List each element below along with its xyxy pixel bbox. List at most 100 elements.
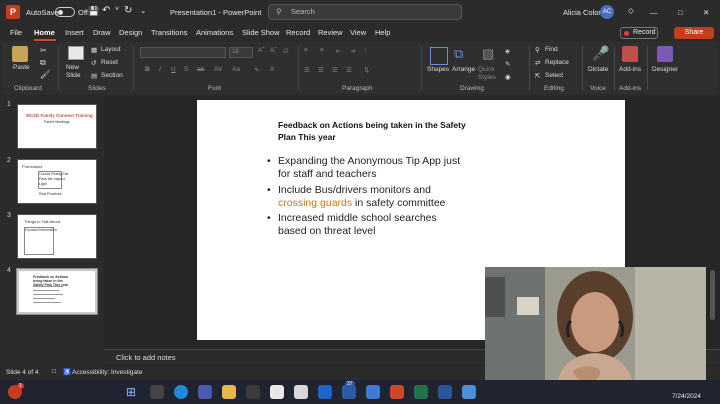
bold-icon[interactable]: B [145, 66, 150, 73]
select-button[interactable]: Select [545, 72, 563, 79]
strikethrough-icon[interactable]: ab [197, 66, 204, 73]
paste-icon[interactable] [12, 46, 28, 62]
new-slide-button[interactable]: New Slide [66, 64, 88, 80]
copy-icon[interactable]: ⧉ [40, 58, 46, 68]
bullets-icon[interactable]: ≡ [304, 47, 308, 54]
tab-file[interactable]: File [10, 28, 22, 37]
accessibility-icon[interactable]: ♿ [63, 368, 71, 376]
slide-thumbnail-4[interactable]: Feedback on Actions being taken in the S… [16, 268, 98, 315]
app-icon[interactable] [270, 385, 284, 399]
avatar[interactable]: AC [600, 5, 614, 19]
shape-fill-icon[interactable]: ◈ [505, 47, 510, 55]
customize-toolbar-icon[interactable]: ⌄ [140, 6, 146, 15]
numbering-icon[interactable]: ≡ [320, 47, 324, 54]
edge-icon[interactable] [174, 385, 188, 399]
paste-button[interactable]: Paste [13, 64, 30, 71]
shape-outline-icon[interactable]: ✎ [505, 60, 510, 68]
font-family-select[interactable] [140, 47, 226, 58]
accessibility-status[interactable]: Accessibility: Investigate [72, 369, 142, 376]
reset-icon[interactable]: ↺ [91, 59, 96, 67]
new-slide-icon[interactable] [68, 46, 84, 60]
task-view-icon[interactable] [150, 385, 164, 399]
app-icon[interactable] [294, 385, 308, 399]
italic-icon[interactable]: I [159, 66, 161, 73]
designer-icon[interactable] [657, 46, 673, 62]
shapes-button[interactable]: Shapes [427, 66, 449, 73]
clear-formatting-icon[interactable]: ∅ [283, 47, 289, 55]
tab-insert[interactable]: Insert [65, 28, 84, 37]
replace-button[interactable]: Replace [545, 59, 569, 66]
slide-thumbnail-1[interactable]: MCSD Family Connect Training Parent Meet… [17, 104, 97, 149]
teams-icon[interactable] [198, 385, 212, 399]
excel-icon[interactable] [414, 385, 428, 399]
tab-view[interactable]: View [350, 28, 366, 37]
store-icon[interactable] [246, 385, 260, 399]
tab-transitions[interactable]: Transitions [151, 28, 187, 37]
word-icon[interactable] [438, 385, 452, 399]
font-color-icon[interactable]: A [270, 66, 274, 73]
slide-thumbnail-3[interactable]: Things to Talk About Focused Information [17, 214, 97, 259]
quick-styles-icon[interactable]: ▧ [482, 46, 494, 62]
app-icon[interactable] [366, 385, 380, 399]
justify-icon[interactable]: ☰ [346, 66, 352, 74]
notes-status-icon[interactable]: □ [52, 368, 56, 375]
shadow-icon[interactable]: S [184, 66, 188, 73]
char-spacing-icon[interactable]: AV [214, 66, 222, 73]
align-center-icon[interactable]: ☰ [318, 66, 324, 74]
quick-styles-button[interactable]: Quick Styles [478, 66, 500, 82]
tab-home[interactable]: Home [34, 28, 55, 37]
file-explorer-icon[interactable] [222, 385, 236, 399]
align-left-icon[interactable]: ☰ [304, 66, 310, 74]
undo-dropdown-icon[interactable]: ˅ [115, 6, 119, 13]
align-right-icon[interactable]: ☰ [332, 66, 338, 74]
font-size-select[interactable]: 18 [229, 47, 253, 58]
layout-button[interactable]: Layout [101, 46, 121, 53]
microphone-icon[interactable]: 🎤 [592, 45, 609, 62]
addins-icon[interactable] [622, 46, 638, 62]
powerpoint-icon[interactable] [390, 385, 404, 399]
format-painter-icon[interactable]: 🖌 [40, 70, 50, 79]
dictate-button[interactable]: Dictate [588, 66, 608, 73]
autosave-toggle[interactable] [55, 7, 75, 17]
reset-button[interactable]: Reset [101, 59, 118, 66]
shrink-font-icon[interactable]: Aˇ [270, 47, 277, 54]
app-icon[interactable] [342, 385, 356, 399]
close-icon[interactable]: ✕ [703, 8, 709, 17]
section-icon[interactable]: ▤ [91, 72, 97, 80]
find-icon[interactable]: ⚲ [535, 46, 540, 54]
shapes-icon[interactable] [430, 47, 448, 65]
find-button[interactable]: Find [545, 46, 558, 53]
tab-slide-show[interactable]: Slide Show [242, 28, 280, 37]
increase-indent-icon[interactable]: ⇥ [350, 47, 355, 55]
bullet-list[interactable]: Expanding the Anonymous Tip App just for… [267, 155, 467, 241]
select-icon[interactable]: ⇱ [535, 72, 540, 80]
vertical-scrollbar[interactable] [710, 270, 715, 320]
tab-record[interactable]: Record [286, 28, 310, 37]
tab-design[interactable]: Design [119, 28, 142, 37]
shape-effects-icon[interactable]: ◉ [505, 73, 511, 81]
diamond-icon[interactable]: ◇ [628, 6, 634, 15]
windows-start-icon[interactable]: ⊞ [126, 385, 140, 399]
grow-font-icon[interactable]: Aˆ [258, 47, 265, 54]
outlook-icon[interactable] [318, 385, 332, 399]
replace-icon[interactable]: ⇄ [535, 59, 540, 67]
arrange-icon[interactable]: ⧉ [454, 46, 463, 62]
tab-help[interactable]: Help [375, 28, 390, 37]
text-direction-icon[interactable]: ⇅ [364, 66, 369, 74]
search-input[interactable]: ⚲ Search [268, 4, 462, 20]
designer-button[interactable]: Designer [652, 66, 678, 73]
slide-title[interactable]: Feedback on Actions being taken in the S… [278, 119, 468, 143]
line-spacing-icon[interactable]: ↕ [364, 47, 367, 54]
change-case-icon[interactable]: Aa [232, 66, 240, 73]
underline-icon[interactable]: U [171, 66, 176, 73]
undo-icon[interactable]: ↶ [102, 5, 110, 16]
addins-button[interactable]: Add-ins [619, 66, 641, 73]
maximize-icon[interactable]: □ [678, 8, 683, 17]
slide-thumbnail-2[interactable]: Promotions Course Ready-Fail Pass the In… [17, 159, 97, 204]
tab-animations[interactable]: Animations [196, 28, 233, 37]
save-icon[interactable]: 💾 [88, 6, 99, 17]
decrease-indent-icon[interactable]: ⇤ [336, 47, 341, 55]
app-icon[interactable] [462, 385, 476, 399]
record-button[interactable]: Record [620, 27, 658, 39]
tab-draw[interactable]: Draw [93, 28, 111, 37]
